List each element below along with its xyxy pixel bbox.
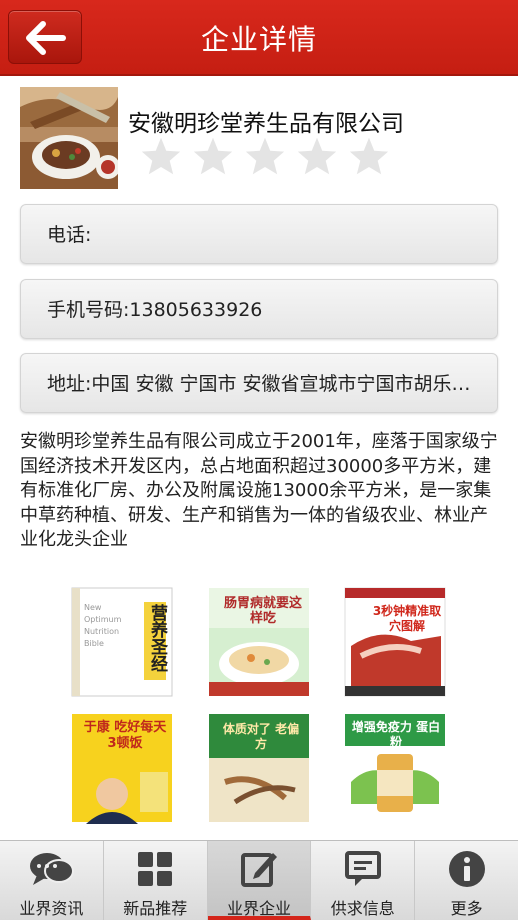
rating-stars — [140, 136, 390, 176]
tab-industry-companies[interactable]: 业界企业 — [207, 841, 312, 920]
product-item[interactable]: 增强免疫力 蛋白粉 — [341, 712, 449, 824]
product-title: 体质对了 老偏方 — [222, 722, 300, 751]
product-title: 3秒钟精准取穴图解 — [372, 604, 442, 633]
page-title: 企业详情 — [200, 23, 317, 56]
product-item[interactable]: 3秒钟精准取穴图解 — [341, 586, 449, 698]
bottom-tab-bar: 业界资讯 新品推荐 业界企业 供求信息 更多 — [0, 840, 518, 920]
tab-label: 业界资讯 — [19, 899, 84, 918]
grid-icon — [138, 852, 173, 886]
tab-more[interactable]: 更多 — [415, 841, 518, 920]
product-title: 于康 吃好每天3顿饭 — [83, 720, 167, 751]
phone-row[interactable]: 电话: — [20, 204, 498, 264]
info-icon — [448, 851, 485, 887]
tab-label: 新品推荐 — [123, 899, 188, 918]
address-row[interactable]: 地址:中国 安徽 宁国市 安徽省宣城市宁国市胡乐… — [20, 353, 498, 413]
company-name: 安徽明珍堂养生品有限公司 — [128, 111, 404, 137]
tab-label: 更多 — [450, 899, 483, 918]
star-icon — [245, 137, 285, 175]
star-icon — [141, 137, 181, 175]
product-title: 肠胃病就要这样吃 — [223, 596, 302, 626]
tab-industry-news[interactable]: 业界资讯 — [0, 841, 104, 920]
product-item[interactable]: 于康 吃好每天3顿饭 — [68, 712, 176, 824]
tab-supply-demand[interactable]: 供求信息 — [311, 841, 416, 920]
message-box-icon — [344, 851, 381, 886]
star-icon — [297, 137, 337, 175]
tab-new-products[interactable]: 新品推荐 — [104, 841, 208, 920]
tab-label: 供求信息 — [330, 899, 395, 918]
product-title: 营养圣经 — [147, 604, 167, 672]
svg-text:New: New — [84, 603, 102, 612]
company-logo — [20, 87, 118, 189]
header-bar: 企业详情 — [0, 0, 518, 76]
svg-text:Nutrition: Nutrition — [84, 627, 119, 636]
product-title: 增强免疫力 蛋白粉 — [351, 720, 441, 749]
mobile-row[interactable]: 手机号码:13805633926 — [20, 279, 498, 339]
svg-text:Bible: Bible — [84, 639, 104, 648]
svg-text:Optimum: Optimum — [84, 615, 122, 624]
company-description: 安徽明珍堂养生品有限公司成立于2001年，座落于国家级宁国经济技术开发区内，总占… — [20, 431, 498, 550]
product-item[interactable]: 肠胃病就要这样吃 — [205, 586, 313, 698]
edit-icon — [240, 853, 277, 887]
tab-label: 业界企业 — [226, 899, 291, 918]
chat-bubbles-icon — [30, 853, 75, 885]
product-item[interactable]: New Optimum Nutrition Bible 营养圣经 — [68, 586, 176, 698]
product-item[interactable]: 体质对了 老偏方 — [205, 712, 313, 824]
star-icon — [349, 137, 389, 175]
star-icon — [193, 137, 233, 175]
